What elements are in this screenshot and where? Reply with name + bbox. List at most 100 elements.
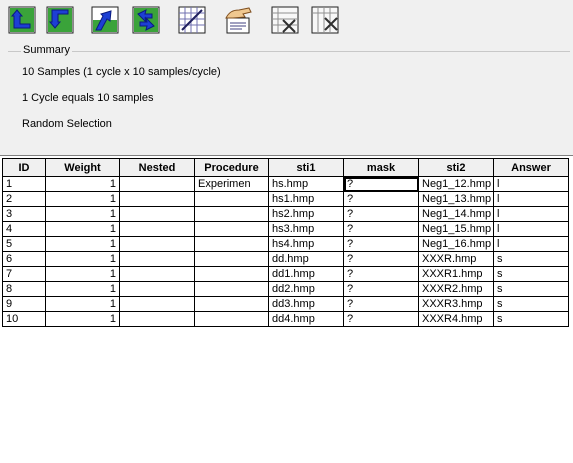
cell-answer[interactable]: s (493, 281, 569, 297)
column-header-procedure[interactable]: Procedure (194, 158, 269, 177)
column-header-weight[interactable]: Weight (45, 158, 120, 177)
cell-answer[interactable]: l (493, 176, 569, 192)
cell-procedure[interactable] (194, 221, 269, 237)
table-row[interactable]: 4 1 hs3.hmp? Neg1_15.hmp l (2, 221, 569, 237)
cell-procedure[interactable] (194, 251, 269, 267)
cell-nested[interactable] (119, 176, 195, 192)
cell-id[interactable]: 3 (2, 206, 46, 222)
cell-mask[interactable]: ? (343, 221, 419, 237)
cell-sti1[interactable]: dd2.hmp (268, 281, 344, 297)
cell-id[interactable]: 9 (2, 296, 46, 312)
table-row[interactable]: 9 1 dd3.hmp? XXXR3.hmp s (2, 296, 569, 312)
cell-sti2[interactable]: Neg1_15.hmp (418, 221, 494, 237)
cell-sti2[interactable]: XXXR3.hmp (418, 296, 494, 312)
cell-mask[interactable]: ? (343, 296, 419, 312)
cell-id[interactable]: 4 (2, 221, 46, 237)
cell-sti1[interactable]: hs.hmp (268, 176, 344, 192)
table-row[interactable]: 7 1 dd1.hmp? XXXR1.hmp s (2, 266, 569, 282)
column-header-answer[interactable]: Answer (493, 158, 569, 177)
cell-nested[interactable] (119, 191, 195, 207)
cell-procedure[interactable] (194, 206, 269, 222)
cell-nested[interactable] (119, 281, 195, 297)
cell-id[interactable]: 8 (2, 281, 46, 297)
column-header-nested[interactable]: Nested (119, 158, 195, 177)
cell-id[interactable]: 1 (2, 176, 46, 192)
cell-sti2[interactable]: XXXR.hmp (418, 251, 494, 267)
cell-answer[interactable]: s (493, 251, 569, 267)
cell-sti2[interactable]: XXXR1.hmp (418, 266, 494, 282)
cell-procedure[interactable] (194, 236, 269, 252)
cell-sti1[interactable]: dd1.hmp (268, 266, 344, 282)
cell-nested[interactable] (119, 311, 195, 327)
cell-procedure[interactable] (194, 266, 269, 282)
cell-weight[interactable]: 1 (45, 251, 120, 267)
cell-mask[interactable]: ? (343, 251, 419, 267)
cell-sti2[interactable]: Neg1_16.hmp (418, 236, 494, 252)
cell-procedure[interactable] (194, 296, 269, 312)
hand-point-button[interactable] (222, 5, 256, 35)
cell-weight[interactable]: 1 (45, 266, 120, 282)
cell-id[interactable]: 2 (2, 191, 46, 207)
list-grid[interactable]: ID Weight Nested Procedure sti1 mask sti… (0, 155, 573, 463)
cell-weight[interactable]: 1 (45, 221, 120, 237)
cell-answer[interactable]: l (493, 236, 569, 252)
column-header-sti1[interactable]: sti1 (268, 158, 344, 177)
cell-id[interactable]: 5 (2, 236, 46, 252)
cell-nested[interactable] (119, 266, 195, 282)
cell-sti1[interactable]: dd3.hmp (268, 296, 344, 312)
cell-nested[interactable] (119, 296, 195, 312)
cell-sti2[interactable]: XXXR2.hmp (418, 281, 494, 297)
cell-procedure[interactable]: Experimen (194, 176, 269, 192)
cell-weight[interactable]: 1 (45, 281, 120, 297)
column-header-id[interactable]: ID (2, 158, 46, 177)
delete-row-button[interactable] (270, 5, 300, 35)
cell-sti2[interactable]: Neg1_12.hmp (418, 176, 494, 192)
cell-weight[interactable]: 1 (45, 176, 120, 192)
move-up-button[interactable] (7, 5, 37, 35)
cell-weight[interactable]: 1 (45, 191, 120, 207)
cell-sti1[interactable]: hs3.hmp (268, 221, 344, 237)
cell-sti2[interactable]: Neg1_13.hmp (418, 191, 494, 207)
cell-answer[interactable]: l (493, 191, 569, 207)
column-header-mask[interactable]: mask (343, 158, 419, 177)
list-table[interactable]: ID Weight Nested Procedure sti1 mask sti… (2, 158, 569, 327)
table-row[interactable]: 10 1 dd4.hmp? XXXR4.hmp s (2, 311, 569, 327)
cell-sti2[interactable]: XXXR4.hmp (418, 311, 494, 327)
cell-nested[interactable] (119, 236, 195, 252)
cell-mask[interactable]: ? (343, 281, 419, 297)
table-row[interactable]: 6 1 dd.hmp? XXXR.hmp s (2, 251, 569, 267)
cell-mask[interactable]: ? (343, 311, 419, 327)
cell-answer[interactable]: l (493, 206, 569, 222)
move-down-button[interactable] (45, 5, 75, 35)
cell-sti1[interactable]: hs4.hmp (268, 236, 344, 252)
delete-column-button[interactable] (310, 5, 340, 35)
cell-sti1[interactable]: dd4.hmp (268, 311, 344, 327)
cell-procedure[interactable] (194, 311, 269, 327)
table-row[interactable]: 5 1 hs4.hmp? Neg1_16.hmp l (2, 236, 569, 252)
cell-procedure[interactable] (194, 281, 269, 297)
cell-nested[interactable] (119, 221, 195, 237)
cell-weight[interactable]: 1 (45, 311, 120, 327)
table-row[interactable]: 2 1 hs1.hmp? Neg1_13.hmp l (2, 191, 569, 207)
cell-weight[interactable]: 1 (45, 236, 120, 252)
cell-mask[interactable]: ? (343, 176, 419, 192)
cell-procedure[interactable] (194, 191, 269, 207)
cell-sti1[interactable]: dd.hmp (268, 251, 344, 267)
cell-sti1[interactable]: hs1.hmp (268, 191, 344, 207)
grid-edit-button[interactable] (177, 5, 207, 35)
cell-id[interactable]: 7 (2, 266, 46, 282)
cell-sti1[interactable]: hs2.hmp (268, 206, 344, 222)
cell-nested[interactable] (119, 206, 195, 222)
cell-answer[interactable]: l (493, 221, 569, 237)
cell-weight[interactable]: 1 (45, 296, 120, 312)
insert-button[interactable] (90, 5, 120, 35)
cell-weight[interactable]: 1 (45, 206, 120, 222)
table-row[interactable]: 3 1 hs2.hmp? Neg1_14.hmp l (2, 206, 569, 222)
column-header-sti2[interactable]: sti2 (418, 158, 494, 177)
cell-sti2[interactable]: Neg1_14.hmp (418, 206, 494, 222)
cell-mask[interactable]: ? (343, 266, 419, 282)
cell-id[interactable]: 6 (2, 251, 46, 267)
cell-id[interactable]: 10 (2, 311, 46, 327)
refresh-button[interactable] (131, 5, 161, 35)
cell-answer[interactable]: s (493, 266, 569, 282)
